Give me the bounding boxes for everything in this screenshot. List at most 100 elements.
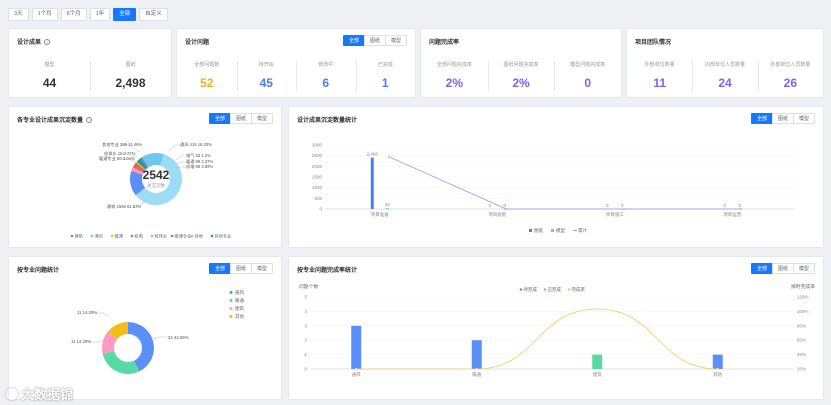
design-results-title: 设计成果 bbox=[17, 40, 42, 46]
legend-dot bbox=[150, 234, 154, 238]
legend-label: 图纸 bbox=[534, 227, 543, 234]
legend-label: 通风 bbox=[235, 289, 244, 296]
donut-callout: 建筑 1565 61.57% bbox=[107, 203, 141, 210]
watermark-text: 大数据锦 bbox=[21, 387, 74, 402]
cumulative-line bbox=[388, 156, 742, 210]
donut-callout: 机电 88 3.69% bbox=[186, 163, 214, 170]
bar-data-label: 0 bbox=[738, 203, 741, 208]
time-tab-custom[interactable]: 自定义 bbox=[139, 8, 168, 21]
legend-dot bbox=[567, 288, 571, 291]
x-tick: 项目规划 bbox=[488, 211, 506, 218]
stat-in-progress: 修改中 6 bbox=[296, 61, 356, 91]
y-right-label: 按时完成率 bbox=[791, 283, 815, 290]
stat-drawing-rate: 图纸问题完成率 2% bbox=[487, 61, 555, 91]
legend-dot bbox=[229, 315, 233, 318]
legend-dot bbox=[190, 234, 194, 238]
donut-results-card: 各专业设计成果沉淀数量 i 全部 图纸 模型 2542 总沉淀数 其他专业 29… bbox=[8, 106, 282, 248]
line-point bbox=[505, 207, 508, 211]
y-tick: 0 bbox=[304, 367, 307, 372]
y-tick: 500 bbox=[314, 196, 322, 201]
completion-rate-card: 问题完成率 全部问题完成率 2% 图纸问题完成率 2% 模型问题完成率 0 bbox=[420, 28, 622, 98]
y2-tick: 120% bbox=[797, 295, 809, 300]
legend-label: 累计 bbox=[578, 227, 587, 234]
design-issues-segment: 全部 图纸 模型 bbox=[342, 35, 407, 46]
pie-callout: 11 14.29% bbox=[71, 339, 91, 344]
design-issues-title: 设计问题 bbox=[185, 40, 210, 46]
info-icon[interactable]: i bbox=[44, 38, 51, 45]
legend-label: 机电 bbox=[135, 233, 144, 240]
legend-label: 其他 bbox=[235, 313, 244, 320]
donut-callout: 通风 415 16.33% bbox=[180, 141, 212, 148]
bar-pending bbox=[351, 325, 362, 369]
stat-internal-staff: 内部单位人员数量 24 bbox=[692, 61, 757, 91]
bar-data-label: 0 bbox=[503, 203, 506, 208]
time-tab-3days[interactable]: 3天 bbox=[8, 8, 29, 21]
legend-dot bbox=[110, 234, 114, 238]
legend-dot bbox=[130, 234, 134, 238]
bar-completed bbox=[592, 354, 603, 369]
issue-rate-chart: 问题个数 按时完成率 5 120% 4 100% 3 80% 2 60% 1 40% 0 20% 通风… bbox=[299, 283, 815, 378]
donut-results-chart: 2542 总沉淀数 其他专业 299 14.46% 给排水 10 0.77% 暖… bbox=[70, 141, 231, 240]
donut-callout: 其他专业 299 14.46% bbox=[102, 141, 143, 148]
legend-dot bbox=[229, 291, 233, 294]
y-tick: 2 bbox=[304, 338, 307, 343]
legend-label: 暖通专业 bbox=[175, 233, 192, 240]
bar-data-label: 2,408 bbox=[367, 152, 379, 157]
time-tab-all[interactable]: 全部 bbox=[113, 8, 137, 21]
legend-dot bbox=[543, 288, 547, 291]
legend-label: 暖通 bbox=[115, 233, 124, 240]
legend-dot bbox=[229, 307, 233, 310]
x-tick: 项目施工 bbox=[606, 211, 624, 218]
stat-pending: 待开始 45 bbox=[236, 61, 297, 91]
y-tick: 3000 bbox=[312, 143, 323, 148]
legend-label: 完成率 bbox=[572, 286, 586, 293]
bar-data-label: 0 bbox=[723, 203, 726, 208]
donut-callout: 暖通专业 80 3.04% bbox=[99, 155, 135, 162]
legend-dot bbox=[229, 299, 233, 302]
donut-callout: 电气 53 1.2% bbox=[186, 152, 211, 158]
bar-model bbox=[385, 208, 389, 209]
design-issues-card: 设计问题 全部 图纸 模型 全部问题数 52 待开始 45 修改中 6 已完成 … bbox=[176, 28, 416, 98]
legend-label: 暖通 bbox=[235, 297, 244, 304]
legend-dot bbox=[210, 234, 214, 238]
bar-data-label: 44 bbox=[385, 202, 391, 207]
seg-drawing[interactable]: 图纸 bbox=[363, 35, 386, 46]
legend-dot bbox=[170, 234, 174, 238]
seg-model[interactable]: 模型 bbox=[384, 35, 407, 46]
bar-pending bbox=[712, 354, 723, 369]
bar-data-label: 0 bbox=[621, 203, 624, 208]
legend-label: 通风 bbox=[95, 233, 104, 240]
pie-slice bbox=[102, 351, 140, 374]
bar-data-label: 0 bbox=[606, 203, 609, 208]
line-point bbox=[740, 207, 743, 211]
legend-dot bbox=[70, 234, 74, 238]
x-tick: 项目准备 bbox=[371, 211, 389, 218]
stat-external-units: 外部单位数量 11 bbox=[644, 62, 675, 90]
time-tab-6months[interactable]: 6个月 bbox=[60, 8, 87, 21]
y-tick: 0 bbox=[319, 207, 322, 212]
stat-all-rate: 全部问题完成率 2% bbox=[436, 62, 472, 90]
y2-tick: 100% bbox=[797, 309, 809, 314]
legend-swatch bbox=[529, 229, 532, 232]
rate-point bbox=[596, 307, 599, 311]
seg-all[interactable]: 全部 bbox=[342, 35, 365, 46]
pie-callout: 22 42.86% bbox=[168, 335, 189, 340]
legend-dot bbox=[90, 234, 94, 238]
time-tab-1year[interactable]: 1年 bbox=[89, 8, 111, 21]
y-left-label: 问题个数 bbox=[299, 283, 318, 290]
rate-point bbox=[475, 367, 478, 371]
completion-rate-title: 问题完成率 bbox=[429, 40, 460, 46]
line-point bbox=[622, 207, 625, 211]
stat-models: 模型 44 bbox=[42, 62, 57, 90]
y2-tick: 40% bbox=[797, 352, 806, 357]
legend-label: 模型 bbox=[556, 227, 565, 234]
y-tick: 2500 bbox=[312, 153, 323, 158]
time-tab-1month[interactable]: 1个月 bbox=[31, 8, 58, 21]
y2-tick: 80% bbox=[797, 323, 806, 328]
x-tick: 项目运营 bbox=[723, 211, 741, 218]
completion-rate-line bbox=[356, 308, 718, 370]
legend-label: 建筑 bbox=[235, 305, 244, 312]
legend-dot bbox=[519, 288, 523, 291]
x-tick: 暖通 bbox=[472, 371, 481, 378]
line-point bbox=[387, 155, 390, 158]
